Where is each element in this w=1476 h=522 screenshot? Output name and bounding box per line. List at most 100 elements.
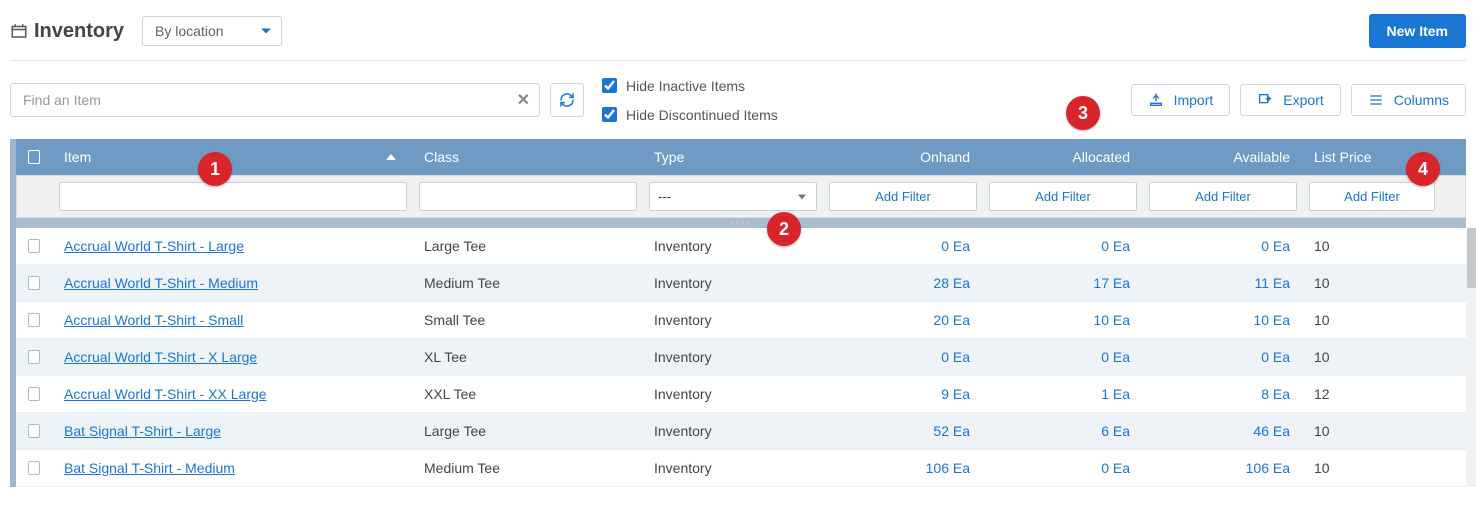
row-checkbox[interactable]	[16, 228, 52, 264]
columns-button[interactable]: Columns	[1351, 84, 1466, 116]
grid-header: Item Class Type Onhand Allocated Availab…	[16, 139, 1466, 175]
select-all-header[interactable]	[16, 140, 52, 174]
row-checkbox[interactable]	[16, 265, 52, 301]
export-button[interactable]: Export	[1240, 84, 1340, 116]
cell-allocated: 0 Ea	[982, 339, 1142, 375]
cell-listprice: 10	[1302, 450, 1440, 486]
import-button[interactable]: Import	[1131, 84, 1231, 116]
cell-type: Inventory	[642, 376, 822, 412]
column-onhand[interactable]: Onhand	[822, 139, 982, 175]
refresh-button[interactable]	[550, 83, 584, 117]
hide-inactive-label: Hide Inactive Items	[626, 78, 745, 94]
visibility-filters: Hide Inactive Items Hide Discontinued It…	[598, 75, 778, 125]
table-row: Accrual World T-Shirt - Large Large TeeIn…	[16, 228, 1466, 265]
item-link[interactable]: Bat Signal T-Shirt - Medium	[64, 460, 235, 476]
cell-allocated: 17 Ea	[982, 265, 1142, 301]
new-item-button[interactable]: New Item	[1369, 14, 1466, 48]
hide-discontinued-input[interactable]	[602, 107, 617, 122]
item-link[interactable]: Accrual World T-Shirt - Large	[64, 238, 244, 254]
filter-type-dropdown[interactable]: ---	[649, 182, 817, 211]
cell-class: Large Tee	[412, 413, 642, 449]
page-header: Inventory By location New Item	[10, 10, 1466, 61]
column-item[interactable]: Item	[52, 139, 412, 175]
cell-available: 11 Ea	[1142, 265, 1302, 301]
import-icon	[1148, 92, 1164, 108]
inventory-grid: Item Class Type Onhand Allocated Availab…	[10, 139, 1466, 487]
scrollbar-thumb[interactable]	[1467, 228, 1476, 288]
filter-available-button[interactable]: Add Filter	[1149, 182, 1297, 211]
cell-onhand: 0 Ea	[822, 228, 982, 264]
cell-onhand: 9 Ea	[822, 376, 982, 412]
column-available[interactable]: Available	[1142, 139, 1302, 175]
table-row: Accrual World T-Shirt - Small Small TeeIn…	[16, 302, 1466, 339]
filter-class-input[interactable]	[419, 182, 637, 211]
cell-type: Inventory	[642, 450, 822, 486]
cell-available: 0 Ea	[1142, 228, 1302, 264]
cell-listprice: 10	[1302, 302, 1440, 338]
cell-type: Inventory	[642, 302, 822, 338]
row-checkbox[interactable]	[16, 376, 52, 412]
cell-available: 10 Ea	[1142, 302, 1302, 338]
hide-discontinued-label: Hide Discontinued Items	[626, 107, 778, 123]
cell-type: Inventory	[642, 228, 822, 264]
cell-onhand: 0 Ea	[822, 339, 982, 375]
item-link[interactable]: Bat Signal T-Shirt - Large	[64, 423, 221, 439]
filter-type-value: ---	[658, 189, 671, 204]
clear-icon[interactable]: ✕	[517, 90, 530, 110]
filter-listprice-button[interactable]: Add Filter	[1309, 182, 1435, 211]
row-gripper[interactable]	[16, 218, 1466, 228]
cell-available: 0 Ea	[1142, 339, 1302, 375]
search-input[interactable]	[10, 83, 540, 117]
cell-listprice: 10	[1302, 265, 1440, 301]
cell-class: Large Tee	[412, 228, 642, 264]
item-link[interactable]: Accrual World T-Shirt - Small	[64, 312, 243, 328]
cell-class: XL Tee	[412, 339, 642, 375]
cell-type: Inventory	[642, 339, 822, 375]
column-type[interactable]: Type	[642, 139, 822, 175]
cell-listprice: 10	[1302, 413, 1440, 449]
cell-listprice: 10	[1302, 228, 1440, 264]
filter-allocated-button[interactable]: Add Filter	[989, 182, 1137, 211]
cell-onhand: 28 Ea	[822, 265, 982, 301]
cell-class: Medium Tee	[412, 450, 642, 486]
cell-allocated: 10 Ea	[982, 302, 1142, 338]
column-allocated[interactable]: Allocated	[982, 139, 1142, 175]
row-checkbox[interactable]	[16, 413, 52, 449]
cell-listprice: 12	[1302, 376, 1440, 412]
cell-allocated: 0 Ea	[982, 450, 1142, 486]
cell-class: Medium Tee	[412, 265, 642, 301]
columns-label: Columns	[1394, 92, 1449, 108]
cell-class: XXL Tee	[412, 376, 642, 412]
hide-inactive-input[interactable]	[602, 78, 617, 93]
cell-type: Inventory	[642, 413, 822, 449]
table-row: Bat Signal T-Shirt - Large Large TeeInven…	[16, 413, 1466, 450]
column-list-price[interactable]: List Price	[1302, 139, 1440, 175]
filter-row: --- Add Filter Add Filter Add Filter Add…	[16, 175, 1466, 218]
column-class[interactable]: Class	[412, 139, 642, 175]
cell-onhand: 52 Ea	[822, 413, 982, 449]
import-label: Import	[1174, 92, 1214, 108]
hide-discontinued-checkbox[interactable]: Hide Discontinued Items	[598, 104, 778, 125]
hide-inactive-checkbox[interactable]: Hide Inactive Items	[598, 75, 778, 96]
item-link[interactable]: Accrual World T-Shirt - Medium	[64, 275, 258, 291]
cell-listprice: 10	[1302, 339, 1440, 375]
cell-class: Small Tee	[412, 302, 642, 338]
row-checkbox[interactable]	[16, 302, 52, 338]
cell-allocated: 0 Ea	[982, 228, 1142, 264]
grid-body: Accrual World T-Shirt - LargeLarge TeeIn…	[16, 228, 1466, 487]
search-wrap: ✕	[10, 83, 540, 117]
cell-type: Inventory	[642, 265, 822, 301]
row-checkbox[interactable]	[16, 450, 52, 486]
view-dropdown[interactable]: By location	[142, 16, 282, 46]
row-checkbox[interactable]	[16, 339, 52, 375]
toolbar: ✕ Hide Inactive Items Hide Discontinued …	[10, 75, 1466, 125]
item-link[interactable]: Accrual World T-Shirt - XX Large	[64, 386, 267, 402]
vertical-scrollbar[interactable]	[1466, 228, 1476, 487]
view-dropdown-label: By location	[155, 23, 223, 39]
cell-available: 106 Ea	[1142, 450, 1302, 486]
export-icon	[1257, 92, 1273, 108]
filter-onhand-button[interactable]: Add Filter	[829, 182, 977, 211]
table-row: Accrual World T-Shirt - XX Large XXL TeeI…	[16, 376, 1466, 413]
filter-item-input[interactable]	[59, 182, 407, 211]
item-link[interactable]: Accrual World T-Shirt - X Large	[64, 349, 257, 365]
